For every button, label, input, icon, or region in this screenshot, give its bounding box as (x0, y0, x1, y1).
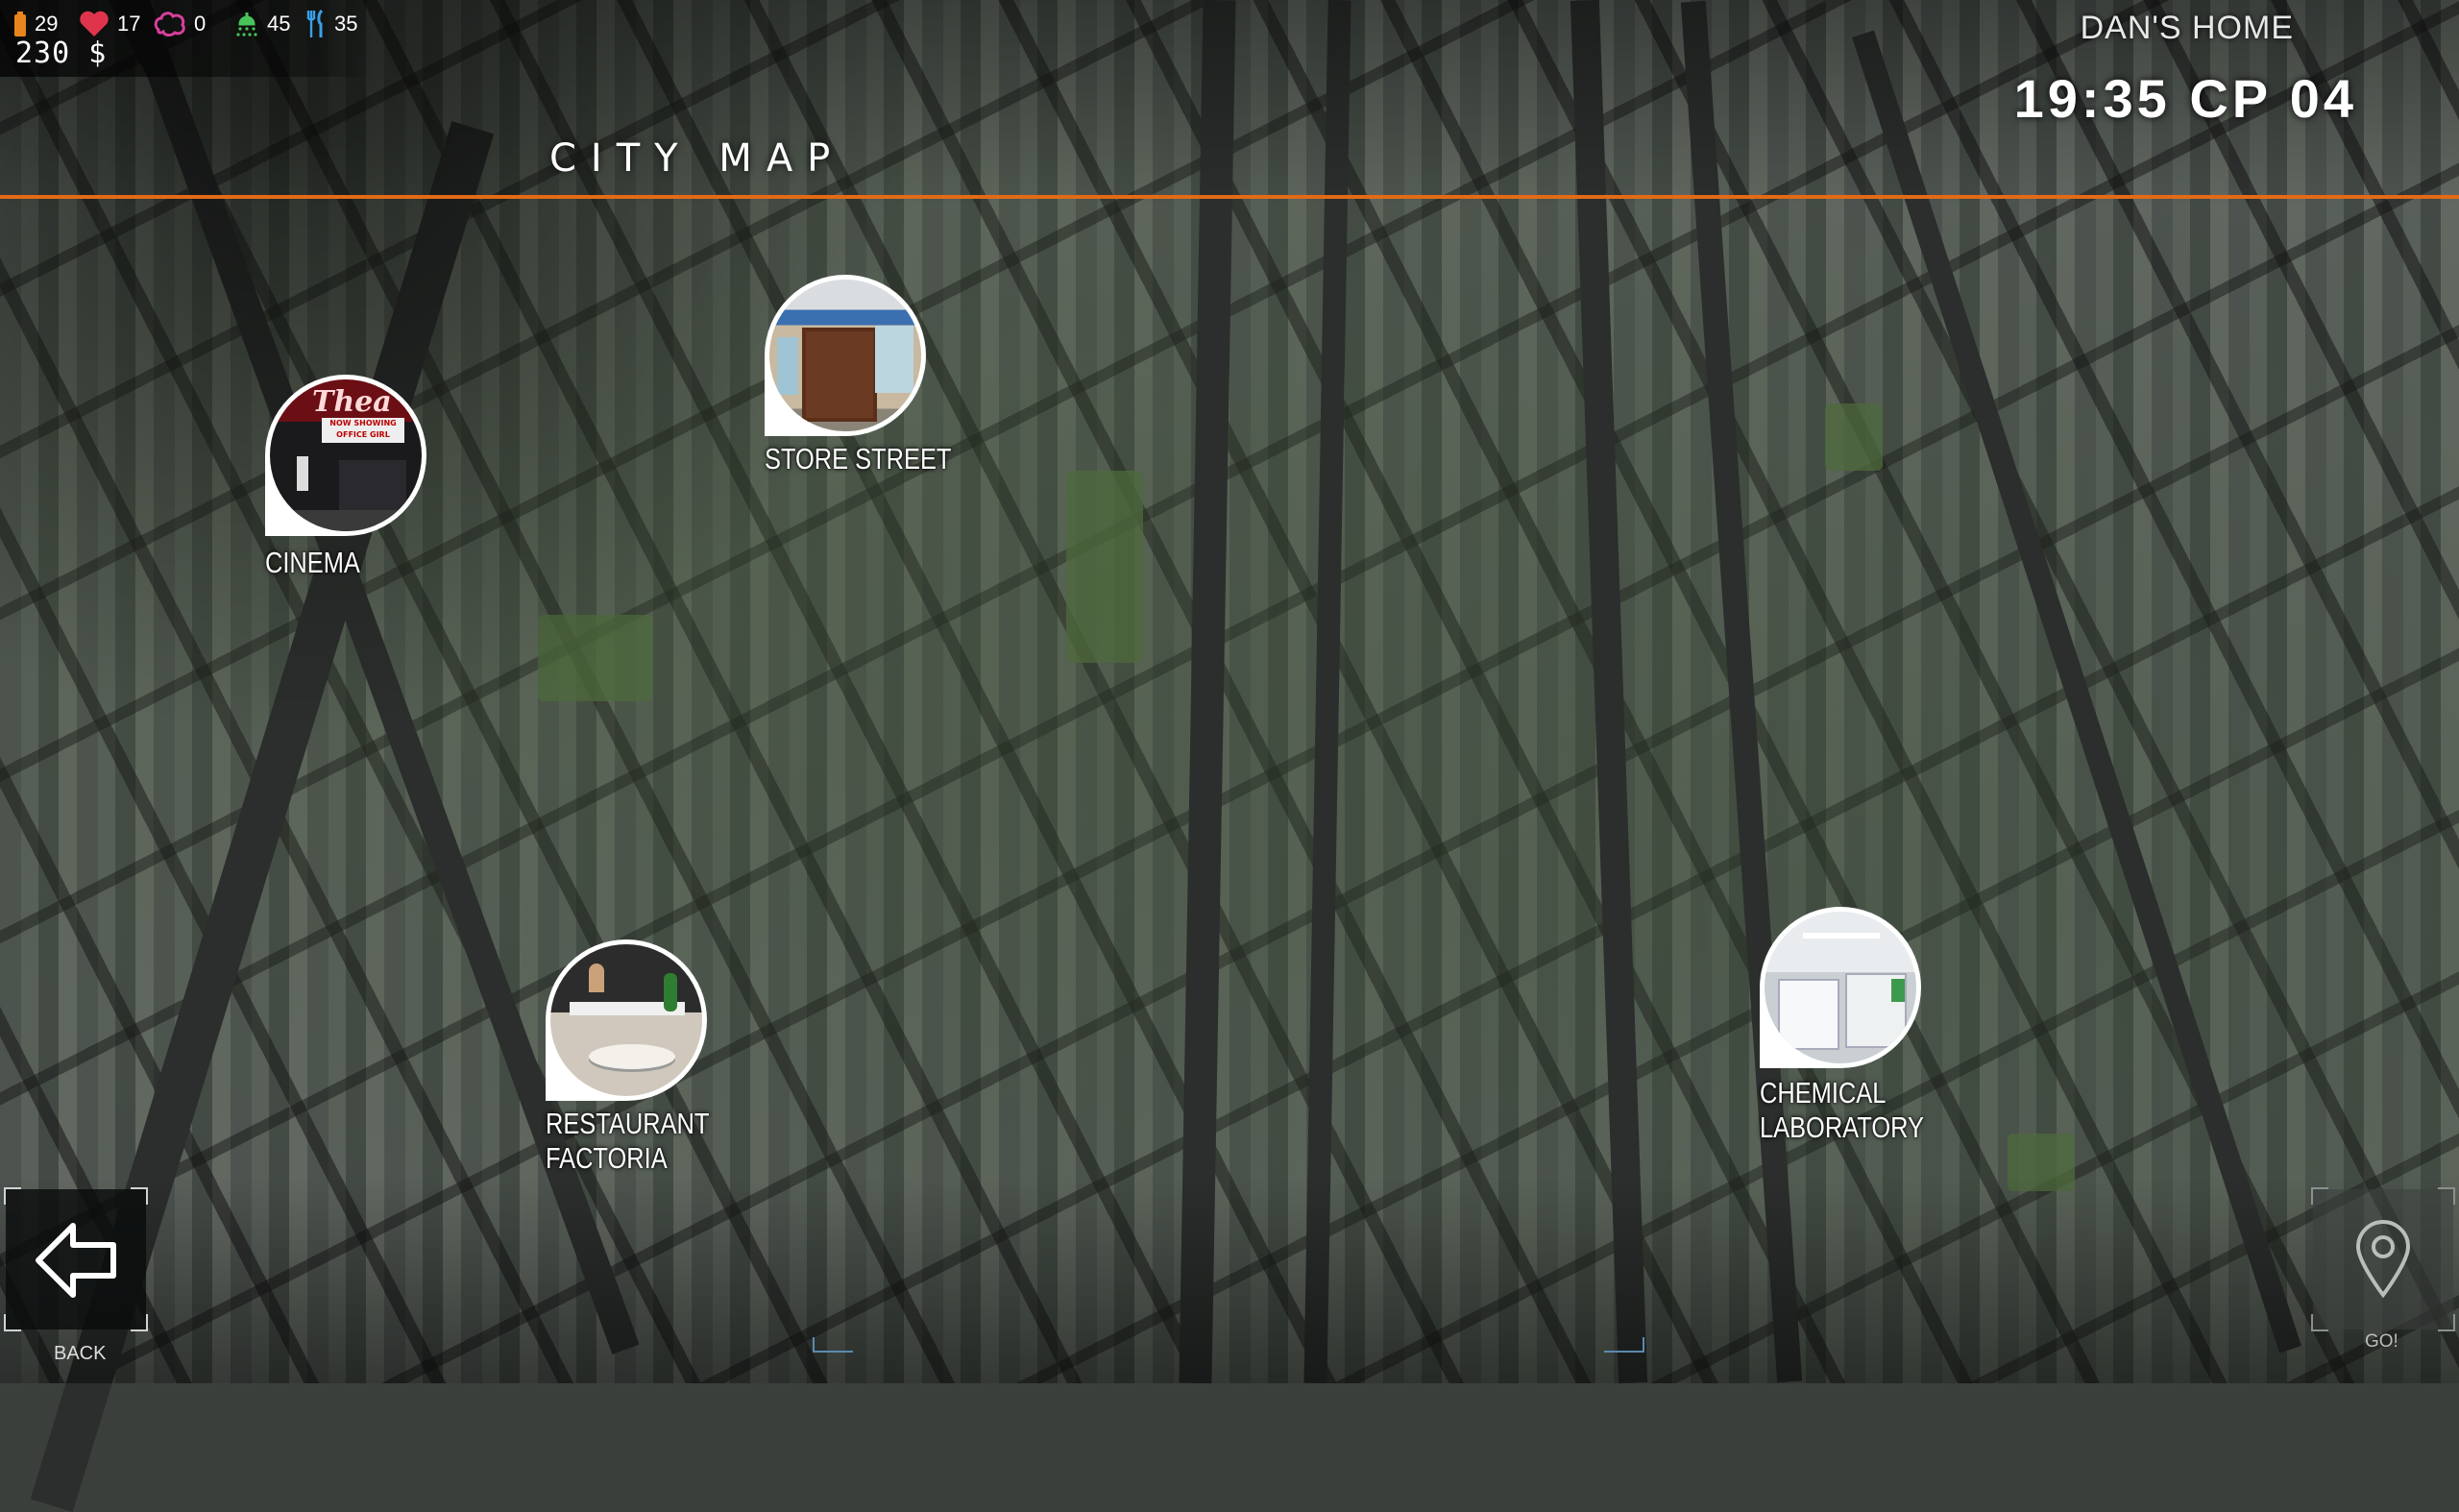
laboratory-thumbnail (1765, 912, 1916, 1063)
battery-icon (14, 12, 26, 37)
store-street-thumbnail (769, 280, 921, 431)
money-value: 230 $ (15, 37, 108, 70)
energy-value: 29 (35, 12, 59, 36)
map-park (538, 615, 653, 701)
store-window (777, 337, 798, 395)
location-label[interactable]: CHEMICAL (1760, 1076, 1886, 1110)
map-park (1066, 471, 1143, 663)
map-pin-icon (2355, 1220, 2411, 1299)
hygiene-stat: 45 (234, 8, 290, 40)
hunger-stat: 35 (305, 8, 357, 40)
current-location: DAN'S HOME (2080, 10, 2294, 46)
health-stat: 17 (79, 8, 140, 40)
location-pin[interactable]: Thea NOW SHOWING OFFICE GIRL (265, 375, 426, 536)
lab-equipment (1891, 979, 1905, 1002)
corner-bracket (2311, 1314, 2328, 1331)
map-road (1852, 30, 2301, 1353)
lab-light (1803, 933, 1880, 939)
location-label[interactable]: RESTAURANT (546, 1107, 709, 1141)
store-window (875, 326, 913, 393)
restaurant-person (589, 963, 604, 992)
restaurant-plant (664, 973, 677, 1012)
frame-bracket (1604, 1337, 1644, 1353)
map-road (1303, 0, 1351, 1384)
cinema-thumbnail: Thea NOW SHOWING OFFICE GIRL (270, 379, 422, 531)
map-road (1570, 0, 1648, 1384)
fork-knife-icon (306, 10, 324, 37)
back-button-label[interactable]: BACK (54, 1343, 106, 1365)
store-door (802, 328, 877, 422)
location-label[interactable]: FACTORIA (546, 1141, 668, 1176)
corner-bracket (2311, 1187, 2328, 1205)
map-road (1680, 0, 1803, 1383)
location-label[interactable]: STORE STREET (765, 442, 951, 476)
game-clock: 19:35 CP 04 (2013, 68, 2357, 129)
hunger-value: 35 (334, 12, 358, 36)
location-label[interactable]: CINEMA (265, 546, 360, 580)
location-label[interactable]: LABORATORY (1760, 1110, 1924, 1145)
lab-cabinet (1778, 979, 1839, 1050)
restaurant-thumbnail (550, 944, 702, 1096)
brain-icon (154, 12, 185, 37)
cinema-marquee: NOW SHOWING OFFICE GIRL (322, 418, 404, 443)
location-pin[interactable] (1760, 907, 1921, 1068)
hygiene-value: 45 (267, 12, 291, 36)
back-button[interactable] (4, 1187, 148, 1331)
page-title: CITY MAP (549, 136, 845, 181)
location-pin[interactable] (546, 939, 707, 1101)
cinema-floor (270, 510, 422, 531)
map-park (1825, 403, 1883, 471)
corner-bracket (4, 1187, 21, 1205)
corner-bracket (2438, 1314, 2455, 1331)
map-road (1179, 0, 1236, 1384)
corner-bracket (4, 1314, 21, 1331)
mood-stat: 0 (154, 8, 206, 40)
map-park (2008, 1134, 2075, 1191)
corner-bracket (2438, 1187, 2455, 1205)
health-value: 17 (117, 12, 141, 36)
corner-bracket (131, 1314, 148, 1331)
cinema-marquee-line: OFFICE GIRL (336, 430, 390, 439)
arrow-left-icon (36, 1223, 116, 1298)
heart-icon (80, 11, 109, 37)
location-pin[interactable] (765, 275, 926, 436)
corner-bracket (131, 1187, 148, 1205)
shower-icon (236, 12, 257, 37)
go-button-label[interactable]: GO! (2365, 1331, 2398, 1353)
cinema-poster (297, 456, 308, 491)
title-divider (0, 195, 2459, 199)
cinema-sign-title: Thea (312, 385, 392, 419)
energy-stat: 29 (13, 8, 58, 40)
city-map-background[interactable] (0, 0, 2459, 1512)
frame-bracket (813, 1337, 853, 1353)
mood-value: 0 (194, 12, 207, 36)
player-stats-panel: 29 17 0 45 35 230 $ (0, 0, 375, 77)
go-button[interactable] (2311, 1187, 2455, 1331)
cinema-marquee-line: NOW SHOWING (329, 419, 397, 427)
restaurant-table (589, 1044, 675, 1069)
